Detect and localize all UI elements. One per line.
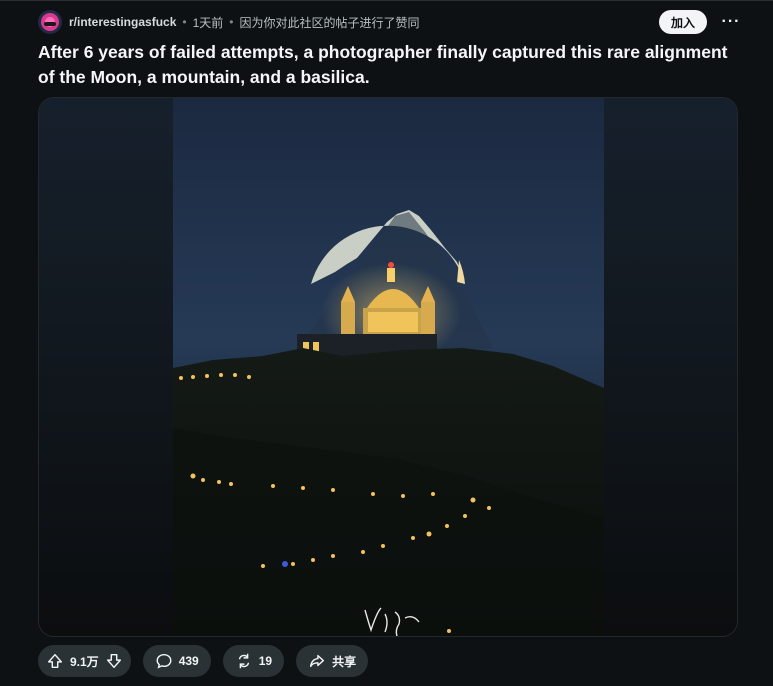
downvote-arrow-icon[interactable] bbox=[105, 652, 123, 670]
share-button[interactable]: 共享 bbox=[296, 645, 369, 677]
media-blur-right bbox=[603, 98, 737, 636]
post-media[interactable] bbox=[38, 97, 738, 637]
top-divider bbox=[0, 0, 773, 1]
join-button[interactable]: 加入 bbox=[658, 10, 707, 34]
post-image[interactable] bbox=[173, 98, 604, 636]
media-blur-left bbox=[39, 98, 173, 636]
share-label: 共享 bbox=[332, 654, 357, 669]
post-title[interactable]: After 6 years of failed attempts, a phot… bbox=[38, 40, 748, 90]
vote-count: 9.1万 bbox=[70, 654, 99, 669]
subreddit-avatar[interactable] bbox=[38, 10, 62, 34]
more-options-icon[interactable]: ··· bbox=[721, 12, 741, 32]
post-header: r/interestingasfuck • 1天前 • 因为你对此社区的帖子进行… bbox=[38, 10, 741, 34]
post-meta: r/interestingasfuck • 1天前 • 因为你对此社区的帖子进行… bbox=[69, 15, 420, 30]
crosspost-button[interactable]: 19 bbox=[222, 645, 285, 677]
post-time: 1天前 bbox=[192, 15, 224, 30]
upvote-arrow-icon[interactable] bbox=[46, 652, 64, 670]
recommendation-reason: 因为你对此社区的帖子进行了赞同 bbox=[239, 15, 420, 30]
comment-bubble-icon bbox=[155, 652, 173, 670]
comment-count: 439 bbox=[178, 654, 199, 668]
comments-button[interactable]: 439 bbox=[142, 645, 211, 677]
post-actions: 9.1万 439 19 共享 bbox=[38, 645, 369, 677]
crosspost-count: 19 bbox=[258, 654, 273, 668]
share-arrow-icon bbox=[308, 652, 326, 670]
subreddit-name[interactable]: r/interestingasfuck bbox=[69, 15, 176, 29]
crosspost-icon bbox=[235, 652, 253, 670]
vote-pill: 9.1万 bbox=[38, 645, 131, 677]
